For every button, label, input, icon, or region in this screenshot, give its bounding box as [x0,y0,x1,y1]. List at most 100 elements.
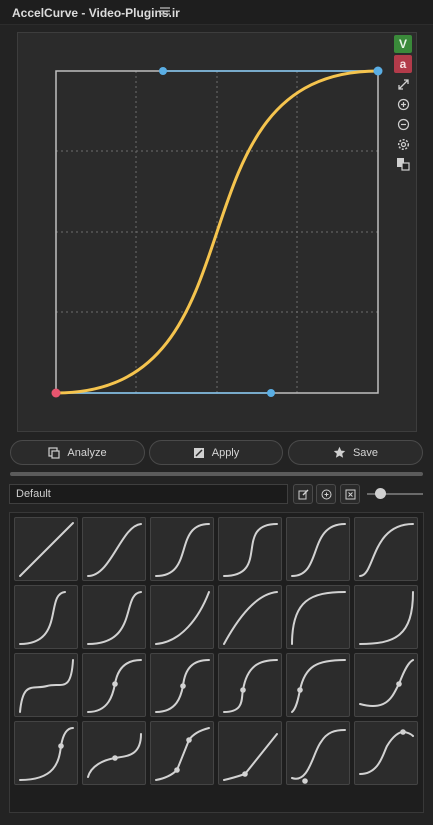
preset-curve-icon [359,659,414,707]
preset-curve-point [297,687,303,693]
accel-curve[interactable] [55,69,379,395]
preset-ease-out-point[interactable] [286,653,350,717]
preset-ease-in-out-late[interactable] [14,585,78,649]
apply-button[interactable]: Apply [149,440,283,465]
preset-curve-icon [155,591,210,645]
preset-curve-icon [223,659,278,713]
analyze-icon [48,446,61,459]
preset-curve-icon [87,659,142,713]
value-mode-toggle[interactable]: V [394,35,412,53]
preset-stepped-point[interactable] [82,653,146,717]
preset-s-point-high[interactable] [354,653,418,717]
preset-ease-in-out-soft[interactable] [82,517,146,581]
preset-two-point-linear[interactable] [150,721,214,785]
edit-icon [298,489,308,499]
thumbnail-zoom-slider-thumb[interactable] [375,488,386,499]
panel-titlebar: AccelCurve - Video-Plugins.ir [0,0,433,25]
preset-ease-in-expo[interactable] [354,585,418,649]
preset-curve-icon [291,591,346,645]
fit-view-icon[interactable] [394,75,412,93]
preset-curve-point [400,729,406,735]
preset-curve-icon [359,523,414,577]
preset-curve-point [112,681,118,687]
preset-curve-icon [359,729,414,775]
preset-curve-icon [291,729,346,784]
zoom-in-icon[interactable] [394,95,412,113]
preset-curve-line [19,727,74,781]
delete-icon [345,489,355,499]
preset-curve-line [155,591,210,645]
preset-stepped-low[interactable] [218,653,282,717]
preset-curve-line [291,523,346,577]
curve-graph[interactable] [18,33,418,433]
preset-ease-out-quad[interactable] [218,585,282,649]
preset-ease-out-smooth[interactable] [354,517,418,581]
add-circle-icon [321,489,331,499]
preset-curve-icon [223,591,278,645]
editor-side-toolbar: V a [394,35,414,175]
preset-plateau-point[interactable] [82,721,146,785]
curve-editor[interactable] [17,32,417,432]
delete-preset-button[interactable] [340,484,360,504]
preset-curve-point [180,683,186,689]
preset-curve-point [112,755,118,761]
preset-curve-icon [19,522,74,577]
accel-mode-toggle[interactable]: a [394,55,412,73]
panel-title: AccelCurve - Video-Plugins.ir [12,6,180,20]
preset-ease-out-expo[interactable] [286,585,350,649]
preset-curve-icon [87,733,142,778]
preset-curve-icon [19,659,74,713]
preset-curve-line [155,727,210,781]
preset-two-point-ramp[interactable] [218,721,282,785]
preset-curve-line [359,659,414,707]
preset-ease-in-point[interactable] [14,721,78,785]
save-label: Save [352,446,379,459]
preset-curve-icon [223,733,278,781]
preset-curve-point [186,737,192,743]
preset-stepped-mid[interactable] [150,653,214,717]
preset-ease-in-quad[interactable] [150,585,214,649]
preset-curve-line [19,591,66,645]
preset-dropdown[interactable]: Default [9,484,288,504]
section-divider [10,472,423,476]
start-handle[interactable] [267,389,275,397]
zoom-out-icon[interactable] [394,115,412,133]
analyze-button[interactable]: Analyze [10,440,145,465]
settings-gear-icon[interactable] [394,135,412,153]
preset-hold-middle[interactable] [14,653,78,717]
preset-curve-line [291,729,346,780]
preset-curve-line [87,591,142,645]
start-point[interactable] [51,388,61,398]
preset-curve-line [359,730,414,775]
preset-ease-in-out[interactable] [150,517,214,581]
add-preset-button[interactable] [316,484,336,504]
preset-curve-line [19,522,74,577]
preset-ease-out-fast[interactable] [286,517,350,581]
preset-grid [9,512,424,813]
preset-undershoot[interactable] [286,721,350,785]
star-icon [333,446,346,458]
edit-preset-button[interactable] [293,484,313,504]
preset-linear[interactable] [14,517,78,581]
preset-curve-line [19,659,74,713]
preset-curve-line [87,523,142,577]
preset-curve-icon [155,523,210,577]
copy-paste-icon[interactable] [394,155,412,173]
preset-curve-icon [155,727,210,781]
preset-curve-line [291,659,346,713]
preset-overshoot[interactable] [354,721,418,785]
preset-curve-icon [19,591,66,645]
preset-curve-point [302,778,308,784]
preset-curve-icon [87,591,142,645]
end-point[interactable] [373,66,383,76]
preset-curve-icon [155,659,210,713]
preset-curve-icon [291,659,346,713]
preset-curve-icon [223,523,278,577]
hamburger-icon[interactable] [160,5,170,19]
end-handle[interactable] [159,67,167,75]
preset-ease-in-late[interactable] [82,585,146,649]
save-button[interactable]: Save [288,440,423,465]
preset-ease-in-out-strong[interactable] [218,517,282,581]
preset-curve-line [223,733,278,781]
preset-curve-line [291,591,346,645]
